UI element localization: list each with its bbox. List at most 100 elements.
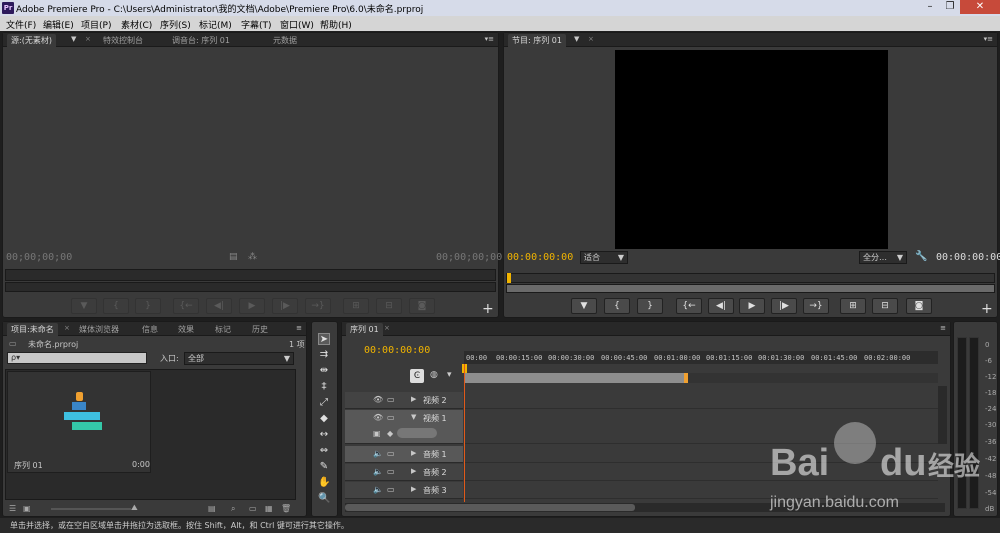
menu-marker[interactable]: 标记(M) xyxy=(199,18,232,31)
track-header-audio3[interactable]: 🔈 ▭ ▶ 音频 3 xyxy=(345,482,463,499)
menu-project[interactable]: 项目(P) xyxy=(81,18,111,31)
automate-icon[interactable]: ▤ xyxy=(208,504,216,513)
tab-project[interactable]: 项目:未命名 xyxy=(7,323,58,336)
slip-tool-icon[interactable]: ↔ xyxy=(318,429,330,441)
tab-audio-mixer[interactable]: 调音台: 序列 01 xyxy=(168,34,234,47)
track-header-audio2[interactable]: 🔈 ▭ ▶ 音频 2 xyxy=(345,464,463,481)
add-marker-icon[interactable]: ▾ xyxy=(447,370,452,380)
panel-menu-icon[interactable]: ≡ xyxy=(940,324,946,332)
close-button[interactable]: ✕ xyxy=(960,0,1000,14)
tab-media-browser[interactable]: 媒体浏览器 xyxy=(75,323,123,336)
insert-button[interactable]: ⊞ xyxy=(343,298,369,314)
new-bin-icon[interactable]: ▭ xyxy=(249,504,257,513)
work-area-bar[interactable] xyxy=(464,373,686,383)
menu-sequence[interactable]: 序列(S) xyxy=(160,18,191,31)
tab-history[interactable]: 历史 xyxy=(248,323,272,336)
eye-icon[interactable]: 👁 xyxy=(373,395,383,404)
track-select-tool-icon[interactable]: ⇉ xyxy=(318,349,330,361)
sequence-thumbnail[interactable]: 序列 01 0:00 xyxy=(7,371,151,473)
source-time-ruler[interactable] xyxy=(5,269,496,281)
expand-track-icon[interactable]: ▶ xyxy=(411,395,416,403)
icon-view-icon[interactable]: ▣ xyxy=(23,504,31,513)
waveform-icon[interactable]: ⁂ xyxy=(248,252,257,262)
tab-metadata[interactable]: 元数据 xyxy=(269,34,301,47)
scroll-thumb[interactable] xyxy=(345,504,635,511)
ripple-edit-tool-icon[interactable]: ⇹ xyxy=(318,365,330,377)
chevron-down-icon[interactable]: ▼ xyxy=(574,35,579,43)
lift-button[interactable]: ⊞ xyxy=(840,298,866,314)
razor-tool-icon[interactable]: ◆ xyxy=(318,413,330,425)
track-header-video1[interactable]: 👁 ▭ ▼ 视频 1 ▣ ◆ xyxy=(345,410,463,444)
chevron-down-icon[interactable]: ▼ xyxy=(71,35,76,43)
zoom-tool-icon[interactable]: 🔍 xyxy=(318,493,330,505)
menu-help[interactable]: 帮助(H) xyxy=(320,18,352,31)
go-to-in-button[interactable]: {← xyxy=(173,298,199,314)
play-button[interactable]: ▶ xyxy=(739,298,765,314)
collapse-track-icon[interactable]: ▼ xyxy=(411,413,416,421)
mark-out-button[interactable]: } xyxy=(637,298,663,314)
menu-clip[interactable]: 素材(C) xyxy=(121,18,152,31)
tab-effects[interactable]: 效果 xyxy=(174,323,198,336)
close-icon[interactable]: × xyxy=(64,324,70,332)
list-view-icon[interactable]: ☰ xyxy=(9,504,16,513)
speaker-icon[interactable]: 🔈 xyxy=(373,485,383,494)
add-marker-button[interactable]: ▼ xyxy=(71,298,97,314)
panel-menu-icon[interactable]: ▾≡ xyxy=(485,35,494,43)
menu-window[interactable]: 窗口(W) xyxy=(280,18,314,31)
expand-track-icon[interactable]: ▶ xyxy=(411,449,416,457)
tab-program[interactable]: 节目: 序列 01 xyxy=(508,34,566,47)
menu-edit[interactable]: 编辑(E) xyxy=(43,18,74,31)
new-item-icon[interactable]: ▦ xyxy=(265,504,273,513)
slide-tool-icon[interactable]: ⇔ xyxy=(318,445,330,457)
go-to-out-button[interactable]: →} xyxy=(803,298,829,314)
add-marker-button[interactable]: ▼ xyxy=(571,298,597,314)
zoom-mountain-icon[interactable]: ⛰ xyxy=(131,503,138,513)
track-header-video2[interactable]: 👁 ▭ ▶ 视频 2 xyxy=(345,392,463,409)
rolling-edit-tool-icon[interactable]: ‡ xyxy=(318,381,330,393)
mark-in-button[interactable]: { xyxy=(604,298,630,314)
mark-out-button[interactable]: } xyxy=(135,298,161,314)
sync-lock-icon[interactable]: ▭ xyxy=(387,467,395,476)
minimize-button[interactable]: – xyxy=(920,0,940,14)
expand-track-icon[interactable]: ▶ xyxy=(411,467,416,475)
speaker-icon[interactable]: 🔈 xyxy=(373,449,383,458)
playhead-marker[interactable] xyxy=(507,273,511,283)
expand-track-icon[interactable]: ▶ xyxy=(411,485,416,493)
step-forward-button[interactable]: |▶ xyxy=(771,298,797,314)
snap-icon[interactable]: Ͼ xyxy=(410,369,424,383)
keyframe-nav-icon[interactable]: ◆ xyxy=(387,429,393,438)
rate-stretch-tool-icon[interactable]: ⤢ xyxy=(318,397,330,409)
trash-icon[interactable]: 🗑 xyxy=(281,504,291,513)
track-header-audio1[interactable]: 🔈 ▭ ▶ 音频 1 xyxy=(345,446,463,463)
hand-tool-icon[interactable]: ✋ xyxy=(318,477,330,489)
speaker-icon[interactable]: 🔈 xyxy=(373,467,383,476)
eye-icon[interactable]: 👁 xyxy=(373,413,383,422)
film-icon[interactable]: ▤ xyxy=(229,252,238,262)
sync-lock-icon[interactable]: ▭ xyxy=(387,449,395,458)
tab-info[interactable]: 信息 xyxy=(138,323,162,336)
keyframe-slider[interactable] xyxy=(397,428,437,438)
extract-button[interactable]: ⊟ xyxy=(872,298,898,314)
step-back-button[interactable]: ◀| xyxy=(708,298,734,314)
sync-lock-icon[interactable]: ▭ xyxy=(387,485,395,494)
maximize-button[interactable]: ❐ xyxy=(940,0,960,14)
menu-file[interactable]: 文件(F) xyxy=(6,18,36,31)
selection-tool-icon[interactable]: ➤ xyxy=(318,333,330,345)
sync-lock-icon[interactable]: ▭ xyxy=(387,413,395,422)
step-forward-button[interactable]: |▶ xyxy=(272,298,298,314)
tab-source[interactable]: 源:(无素材) xyxy=(7,34,56,47)
pen-tool-icon[interactable]: ✎ xyxy=(318,461,330,473)
tab-effect-controls[interactable]: 特效控制台 xyxy=(99,34,147,47)
close-icon[interactable]: × xyxy=(588,35,594,43)
step-back-button[interactable]: ◀| xyxy=(206,298,232,314)
go-to-out-button[interactable]: →} xyxy=(305,298,331,314)
overwrite-button[interactable]: ⊟ xyxy=(376,298,402,314)
camera-icon[interactable]: ◙ xyxy=(906,298,932,314)
close-icon[interactable]: × xyxy=(384,324,390,332)
program-time-ruler[interactable] xyxy=(506,273,995,283)
add-button-icon[interactable]: + xyxy=(482,301,494,317)
find-icon[interactable]: ⌕ xyxy=(231,504,235,514)
go-to-in-button[interactable]: {← xyxy=(676,298,702,314)
set-encore-marker-icon[interactable]: ◍ xyxy=(430,370,438,380)
tab-sequence[interactable]: 序列 01 xyxy=(346,323,383,336)
